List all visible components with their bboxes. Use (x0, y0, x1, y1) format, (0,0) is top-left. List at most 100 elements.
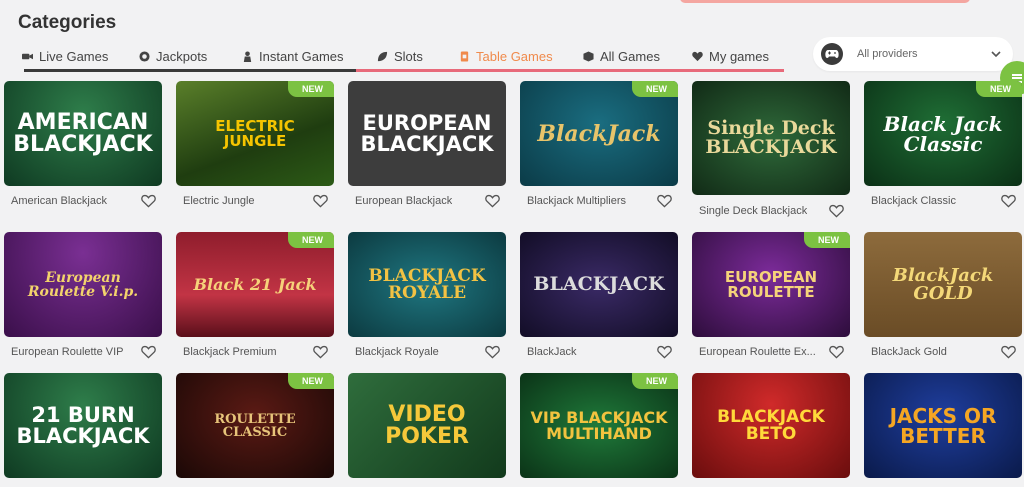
favorite-heart-icon[interactable] (829, 345, 844, 359)
tab-jackpots[interactable]: Jackpots (139, 42, 242, 70)
new-badge: NEW (288, 81, 334, 97)
game-thumbnail[interactable]: 21 BURN BLACKJACK (4, 373, 162, 478)
provider-select[interactable]: All providers (813, 37, 1013, 71)
chevron-down-icon (991, 51, 1001, 58)
game-art-title: BLACKJACK BETO (717, 406, 825, 444)
game-art-title: BlackJack GOLD (892, 264, 994, 304)
game-thumbnail[interactable]: ELECTRIC JUNGLE NEW (176, 81, 334, 186)
game-card[interactable]: ROULETTE CLASSIC NEW (176, 373, 334, 478)
person-icon (243, 50, 252, 62)
video-camera-icon (22, 53, 33, 59)
tab-label: All Games (600, 48, 660, 64)
tab-label: Jackpots (156, 48, 208, 64)
tab-live-games[interactable]: Live Games (22, 42, 139, 70)
game-card[interactable]: BlackJack NEW Blackjack Multipliers (520, 81, 678, 210)
leaf-icon (377, 51, 388, 61)
game-thumbnail[interactable]: BlackJack GOLD (864, 232, 1022, 337)
provider-select-value: All providers (857, 48, 918, 60)
game-title: BlackJack Gold (871, 346, 947, 358)
game-title: Electric Jungle (183, 195, 255, 207)
game-thumbnail[interactable]: EUROPEAN BLACKJACK (348, 81, 506, 186)
favorite-heart-icon[interactable] (829, 204, 844, 218)
game-art-title: VIDEO POKER (385, 401, 469, 449)
game-art-title: Black 21 Jack (193, 274, 317, 294)
game-card[interactable]: 21 BURN BLACKJACK (4, 373, 162, 478)
favorite-heart-icon[interactable] (313, 345, 328, 359)
category-tabs: Live Games Jackpots Instant Games Slots … (22, 42, 792, 70)
game-thumbnail[interactable]: Black 21 Jack NEW (176, 232, 334, 337)
game-card[interactable]: EUROPEAN BLACKJACK European Blackjack (348, 81, 506, 210)
tab-label: Slots (394, 48, 423, 64)
game-card[interactable]: AMERICAN BLACKJACK American Blackjack (4, 81, 162, 210)
tab-label: Instant Games (259, 48, 344, 64)
game-thumbnail[interactable]: Black Jack Classic NEW (864, 81, 1022, 186)
game-art-title: ELECTRIC JUNGLE (215, 116, 295, 150)
new-badge: NEW (288, 232, 334, 248)
game-title: European Roulette Ex... (699, 346, 816, 358)
game-card[interactable]: BLACKJACK ROYALE Blackjack Royale (348, 232, 506, 361)
favorite-heart-icon[interactable] (657, 194, 672, 208)
card-icon (460, 50, 469, 62)
tab-slots[interactable]: Slots (377, 42, 459, 70)
game-art-title: EUROPEAN BLACKJACK (360, 110, 494, 156)
game-card[interactable]: ELECTRIC JUNGLE NEW Electric Jungle (176, 81, 334, 210)
heart-icon (692, 51, 703, 61)
game-art-title: 21 BURN BLACKJACK (16, 402, 150, 448)
tab-table-games[interactable]: Table Games (459, 42, 583, 70)
game-art-title: ROULETTE CLASSIC (214, 411, 296, 440)
game-thumbnail[interactable]: BlackJack NEW (520, 81, 678, 186)
game-art-title: JACKS OR BETTER (889, 403, 997, 448)
favorite-heart-icon[interactable] (485, 194, 500, 208)
game-card[interactable]: VIP BLACKJACK MULTIHAND NEW (520, 373, 678, 478)
game-title: European Blackjack (355, 195, 453, 207)
game-thumbnail[interactable]: JACKS OR BETTER (864, 373, 1022, 478)
game-card[interactable]: BLACKJACK BlackJack (520, 232, 678, 361)
favorite-heart-icon[interactable] (313, 194, 328, 208)
game-thumbnail[interactable]: BLACKJACK BETO (692, 373, 850, 478)
favorite-heart-icon[interactable] (1001, 345, 1016, 359)
game-card[interactable]: JACKS OR BETTER (864, 373, 1022, 478)
game-art-title: BLACKJACK (533, 273, 665, 295)
game-card[interactable]: BLACKJACK BETO (692, 373, 850, 478)
favorite-heart-icon[interactable] (1001, 194, 1016, 208)
game-title: Single Deck Blackjack (699, 205, 808, 217)
game-card[interactable]: Black 21 Jack NEW Blackjack Premium (176, 232, 334, 361)
tab-label: Live Games (39, 48, 109, 64)
game-title: American Blackjack (11, 195, 107, 207)
game-card[interactable]: Black Jack Classic NEW Blackjack Classic (864, 81, 1022, 210)
game-art-title: European Roulette V.i.p. (27, 269, 139, 300)
game-art-title: Single Deck BLACKJACK (705, 117, 837, 158)
tab-all-games[interactable]: All Games (583, 42, 692, 70)
tab-label: My games (709, 48, 769, 64)
game-art-title: BLACKJACK ROYALE (368, 265, 486, 303)
game-card[interactable]: BlackJack GOLD BlackJack Gold (864, 232, 1022, 361)
tab-my-games[interactable]: My games (692, 42, 792, 70)
game-title: Blackjack Multipliers (527, 195, 627, 207)
game-thumbnail[interactable]: VIDEO POKER (348, 373, 506, 478)
game-thumbnail[interactable]: European Roulette V.i.p. (4, 232, 162, 337)
game-art-title: VIP BLACKJACK MULTIHAND (530, 407, 668, 443)
game-thumbnail[interactable]: BLACKJACK (520, 232, 678, 337)
game-card[interactable]: European Roulette V.i.p. European Roulet… (4, 232, 162, 361)
game-card[interactable]: Single Deck BLACKJACK Single Deck Blackj… (692, 81, 850, 220)
tab-instant-games[interactable]: Instant Games (242, 42, 377, 70)
favorite-heart-icon[interactable] (141, 345, 156, 359)
game-title: Blackjack Classic (871, 195, 956, 207)
game-art-title: EUROPEAN ROULETTE (724, 267, 818, 301)
game-thumbnail[interactable]: AMERICAN BLACKJACK (4, 81, 162, 186)
game-thumbnail[interactable]: VIP BLACKJACK MULTIHAND NEW (520, 373, 678, 478)
favorite-heart-icon[interactable] (657, 345, 672, 359)
cube-icon (583, 50, 594, 62)
game-thumbnail[interactable]: ROULETTE CLASSIC NEW (176, 373, 334, 478)
new-badge: NEW (632, 81, 678, 97)
game-art-title: BlackJack (537, 120, 661, 147)
game-art-title: Black Jack Classic (883, 111, 1003, 156)
favorite-heart-icon[interactable] (141, 194, 156, 208)
game-thumbnail[interactable]: BLACKJACK ROYALE (348, 232, 506, 337)
game-thumbnail[interactable]: EUROPEAN ROULETTE NEW (692, 232, 850, 337)
favorite-heart-icon[interactable] (485, 345, 500, 359)
game-title: European Roulette VIP (11, 346, 124, 358)
game-card[interactable]: EUROPEAN ROULETTE NEW European Roulette … (692, 232, 850, 361)
game-thumbnail[interactable]: Single Deck BLACKJACK (692, 81, 850, 195)
game-card[interactable]: VIDEO POKER (348, 373, 506, 478)
